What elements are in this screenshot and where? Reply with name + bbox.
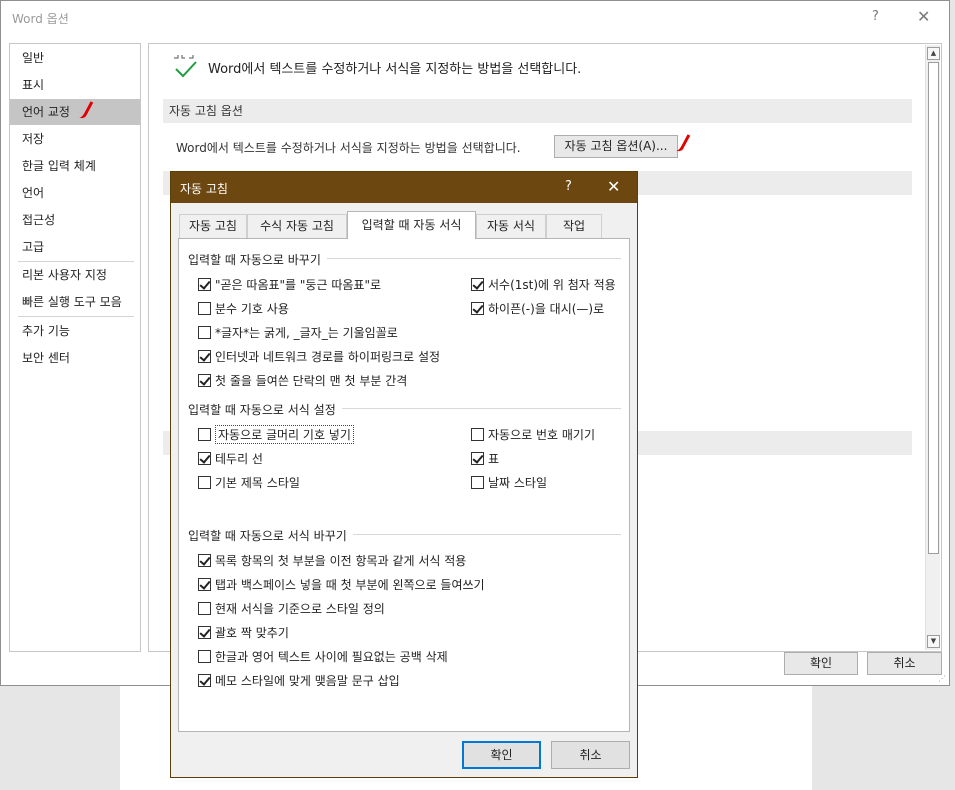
option-tables[interactable]: 표 <box>471 449 499 467</box>
tab-autoformat-as-you-type[interactable]: 입력할 때 자동 서식 <box>347 211 476 239</box>
proofing-check-icon <box>174 55 197 78</box>
window-title: Word 옵션 <box>12 12 69 26</box>
checkbox[interactable] <box>198 301 211 315</box>
option-date-style[interactable]: 날짜 스타일 <box>471 473 547 491</box>
app-background <box>812 686 955 790</box>
options-nav: 일반 표시 언어 교정 저장 한글 입력 체계 언어 접근성 고급 리본 사용자… <box>9 43 141 652</box>
checkbox[interactable] <box>471 475 484 489</box>
option-define-styles[interactable]: 현재 서식을 기준으로 스타일 정의 <box>198 599 385 617</box>
checkbox[interactable] <box>471 301 484 315</box>
checkbox[interactable] <box>198 553 211 567</box>
option-match-parentheses[interactable]: 괄호 짝 맞추기 <box>198 623 289 641</box>
tab-math-autocorrect[interactable]: 수식 자동 고침 <box>247 214 347 238</box>
checkbox[interactable] <box>198 451 211 465</box>
checkbox[interactable] <box>198 373 211 387</box>
group-title-apply: 입력할 때 자동으로 서식 설정 <box>188 401 342 418</box>
checkbox[interactable] <box>198 577 211 591</box>
dialog-titlebar: 자동 고침 ? ✕ <box>171 172 637 203</box>
nav-item-add-ins[interactable]: 추가 기능 <box>10 318 140 344</box>
tab-autocorrect[interactable]: 자동 고침 <box>179 214 247 238</box>
option-first-line-indent[interactable]: 첫 줄을 들여쓴 단락의 맨 첫 부분 간격 <box>198 371 407 389</box>
option-hyperlinks[interactable]: 인터넷과 네트워크 경로를 하이퍼링크로 설정 <box>198 347 440 365</box>
scroll-thumb[interactable] <box>928 62 939 554</box>
help-button[interactable]: ? <box>872 9 879 24</box>
autocorrect-dialog: 자동 고침 ? ✕ 자동 고침 수식 자동 고침 입력할 때 자동 서식 자동 … <box>170 171 638 778</box>
checkbox[interactable] <box>471 277 484 291</box>
close-button[interactable]: ✕ <box>917 7 930 26</box>
nav-item-advanced[interactable]: 고급 <box>10 234 140 260</box>
checkbox[interactable] <box>471 451 484 465</box>
nav-item-customize-ribbon[interactable]: 리본 사용자 지정 <box>10 262 140 288</box>
checkbox[interactable] <box>198 325 211 339</box>
resize-grip-icon[interactable]: ⋰ <box>938 674 948 684</box>
nav-item-language[interactable]: 언어 <box>10 180 140 206</box>
scroll-down-icon[interactable]: ▼ <box>927 635 940 648</box>
checkbox[interactable] <box>198 649 211 663</box>
section-description: Word에서 텍스트를 수정하거나 서식을 지정하는 방법을 선택합니다. <box>176 141 521 155</box>
dialog-help-button[interactable]: ? <box>565 179 572 194</box>
nav-item-proofing[interactable]: 언어 교정 <box>10 99 140 125</box>
option-remove-spaces[interactable]: 한글과 영어 텍스트 사이에 필요없는 공백 삭제 <box>198 647 448 665</box>
option-auto-numbering[interactable]: 자동으로 번호 매기기 <box>471 425 595 443</box>
vertical-scrollbar[interactable]: ▲ ▼ <box>925 45 940 650</box>
tab-actions[interactable]: 작업 <box>546 214 602 238</box>
option-tab-indent[interactable]: 탭과 백스페이스 넣을 때 첫 부분에 왼쪽으로 들여쓰기 <box>198 575 485 593</box>
checkbox[interactable] <box>198 427 211 441</box>
nav-item-display[interactable]: 표시 <box>10 72 140 98</box>
checkbox[interactable] <box>198 277 211 291</box>
option-ordinals[interactable]: 서수(1st)에 위 첨자 적용 <box>471 275 616 293</box>
group-title-replace: 입력할 때 자동으로 바꾸기 <box>188 251 327 268</box>
tab-autoformat[interactable]: 자동 서식 <box>476 214 546 238</box>
dialog-title: 자동 고침 <box>180 182 228 196</box>
checkbox[interactable] <box>198 601 211 615</box>
option-auto-bullets[interactable]: 자동으로 글머리 기호 넣기 <box>198 424 354 444</box>
nav-item-korean-input[interactable]: 한글 입력 체계 <box>10 153 140 179</box>
nav-divider <box>18 316 134 317</box>
nav-item-accessibility[interactable]: 접근성 <box>10 207 140 233</box>
option-bold-italic[interactable]: *글자*는 굵게, _글자_는 기울임꼴로 <box>198 323 398 341</box>
nav-item-quick-access[interactable]: 빠른 실행 도구 모음 <box>10 289 140 315</box>
option-list-item-format[interactable]: 목록 항목의 첫 부분을 이전 항목과 같게 서식 적용 <box>198 551 466 569</box>
options-cancel-button[interactable]: 취소 <box>867 652 942 675</box>
option-border-lines[interactable]: 테두리 선 <box>198 449 263 467</box>
autocorrect-options-button[interactable]: 자동 고침 옵션(A)... <box>554 135 678 158</box>
nav-item-general[interactable]: 일반 <box>10 45 140 71</box>
option-heading-styles[interactable]: 기본 제목 스타일 <box>198 473 300 491</box>
option-smart-quotes[interactable]: "곧은 따옴표"를 "둥근 따옴표"로 <box>198 275 381 293</box>
nav-item-save[interactable]: 저장 <box>10 126 140 152</box>
tab-panel: 입력할 때 자동으로 바꾸기 "곧은 따옴표"를 "둥근 따옴표"로 분수 기호… <box>178 238 630 732</box>
option-memo-closing[interactable]: 메모 스타일에 맞게 맺음말 문구 삽입 <box>198 671 400 689</box>
checkbox[interactable] <box>198 475 211 489</box>
option-fractions[interactable]: 분수 기호 사용 <box>198 299 289 317</box>
option-hyphens-dash[interactable]: 하이픈(-)을 대시(—)로 <box>471 299 604 317</box>
scroll-up-icon[interactable]: ▲ <box>927 47 940 60</box>
checkbox[interactable] <box>198 673 211 687</box>
nav-item-trust-center[interactable]: 보안 센터 <box>10 345 140 371</box>
dialog-cancel-button[interactable]: 취소 <box>551 741 630 769</box>
dialog-close-button[interactable]: ✕ <box>607 177 620 196</box>
section-title: 자동 고침 옵션 <box>163 99 912 123</box>
dialog-ok-button[interactable]: 확인 <box>462 741 541 769</box>
options-ok-button[interactable]: 확인 <box>784 652 858 675</box>
checkbox[interactable] <box>471 427 484 441</box>
group-title-automatic: 입력할 때 자동으로 서식 바꾸기 <box>188 527 353 544</box>
checkbox[interactable] <box>198 349 211 363</box>
checkbox[interactable] <box>198 625 211 639</box>
page-header: Word에서 텍스트를 수정하거나 서식을 지정하는 방법을 선택합니다. <box>208 62 582 77</box>
